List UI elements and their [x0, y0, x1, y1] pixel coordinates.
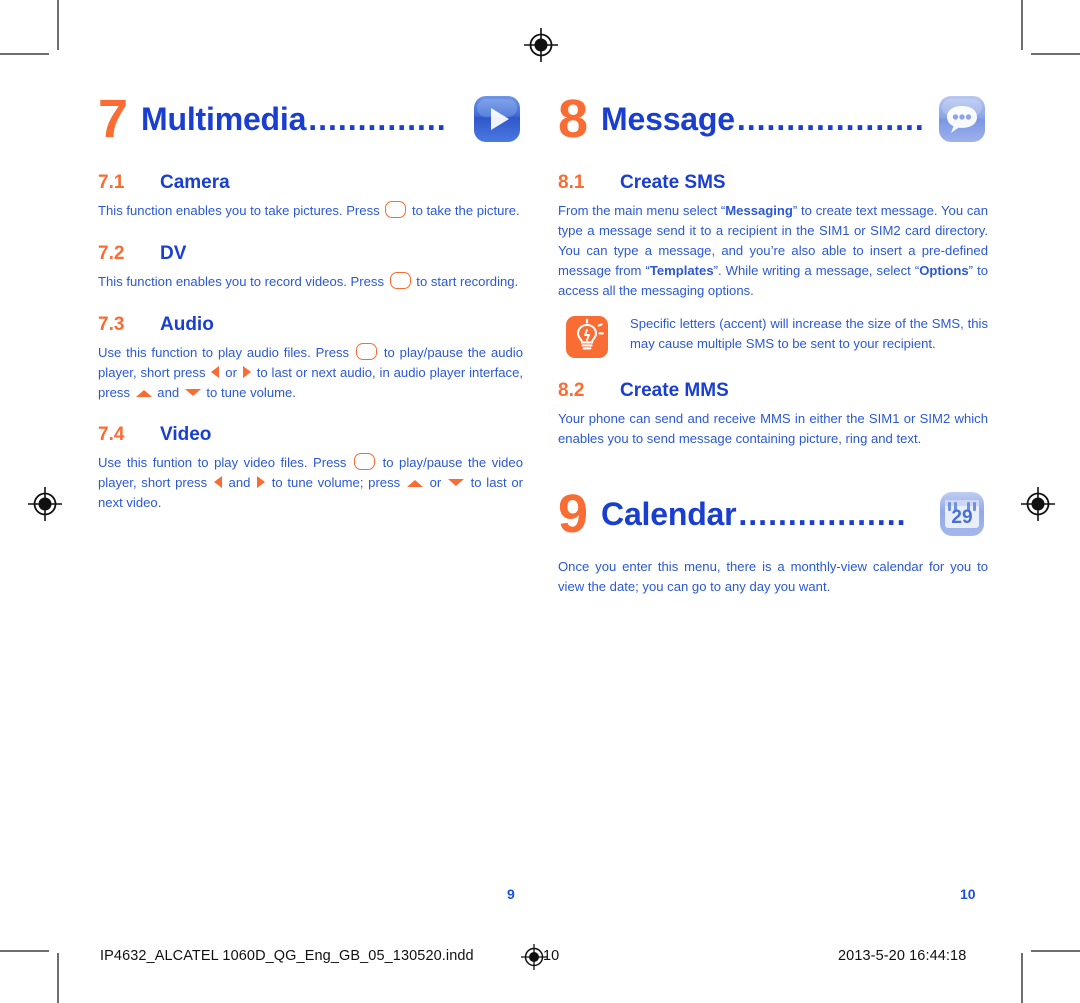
chapter-number: 9 — [558, 484, 588, 545]
section-number: 7.3 — [98, 313, 125, 335]
chapter-header-multimedia: 7 Multimedia .............. — [98, 88, 523, 150]
arrow-down-icon — [447, 479, 464, 487]
section-number: 7.1 — [98, 172, 125, 193]
paragraph-calendar: Once you enter this menu, there is a mon… — [558, 559, 988, 595]
text-run: and — [153, 384, 183, 400]
registration-target-icon-left — [28, 487, 62, 521]
svg-text:29: 29 — [951, 507, 972, 528]
text-run: to take the picture. — [408, 203, 520, 218]
registration-target-icon-right — [1021, 487, 1055, 521]
chapter-title: Calendar — [601, 495, 737, 532]
ok-key-icon — [354, 453, 376, 471]
text-run: to tune volume. — [202, 384, 296, 400]
page-number-left: 9 — [507, 886, 515, 902]
section-number: 7.2 — [98, 242, 125, 264]
footer-page-pair: 10 — [543, 948, 560, 964]
text-run: This function enables you to take pictur… — [98, 203, 384, 218]
section-title: Video — [160, 424, 212, 446]
section-number: 8.2 — [558, 380, 585, 402]
section-title: DV — [160, 242, 187, 264]
calendar-29-icon: 29 — [936, 488, 988, 540]
section-number: 7.4 — [98, 424, 125, 446]
crop-mark-bottom-left-vertical — [57, 953, 59, 1003]
crop-mark-top-right-vertical — [1021, 0, 1023, 50]
crop-mark-top-right-horizontal — [1031, 53, 1080, 55]
crop-mark-top-left-horizontal — [0, 53, 49, 55]
arrow-up-icon — [406, 480, 423, 488]
crop-mark-bottom-right-vertical — [1021, 953, 1023, 1003]
lightbulb-tip-icon — [566, 316, 608, 359]
print-proof-page: 7 Multimedia .............. 7.1 Camera T… — [0, 0, 1080, 1003]
text-run: and — [223, 475, 256, 491]
paragraph-video: Use this funtion to play video files. Pr… — [98, 453, 523, 513]
message-bubble-icon — [936, 93, 988, 145]
arrow-right-icon — [257, 476, 266, 489]
paragraph-create-mms: Your phone can send and receive MMS in e… — [558, 411, 988, 447]
paragraph-audio: Use this function to play audio files. P… — [98, 342, 523, 403]
text-run: Use this funtion to play video files. Pr… — [98, 455, 353, 471]
paragraph-create-sms: From the main menu select “Messaging” to… — [558, 203, 988, 298]
crop-mark-bottom-right-horizontal — [1031, 950, 1080, 952]
chapter-number: 8 — [558, 89, 588, 149]
arrow-up-icon — [135, 389, 152, 397]
text-run: to tune volume; press — [267, 475, 405, 491]
chapter-header-calendar: 9 Calendar ................. 29 — [558, 483, 988, 545]
section-head-dv: 7.2 DV — [98, 243, 523, 265]
text-run: Use this function to play audio files. P… — [98, 344, 354, 360]
footer-timestamp: 2013-5-20 16:44:18 — [838, 948, 967, 964]
crop-mark-bottom-left-horizontal — [0, 950, 49, 952]
crop-mark-top-left-vertical — [57, 0, 59, 50]
chapter-leader-dots: .............. — [308, 100, 447, 137]
tip-note-text: Specific letters (accent) will increase … — [630, 316, 988, 352]
footer-file-name: IP4632_ALCATEL 1060D_QG_Eng_GB_05_130520… — [100, 948, 474, 964]
text-run: to start recording. — [412, 273, 519, 289]
section-head-create-sms: 8.1 Create SMS — [558, 172, 988, 194]
arrow-down-icon — [184, 388, 201, 396]
section-title: Camera — [160, 172, 230, 193]
paragraph-dv: This function enables you to record vide… — [98, 271, 523, 292]
arrow-left-icon — [211, 365, 220, 378]
chapter-title: Multimedia — [141, 100, 307, 137]
chapter-header-message: 8 Message ................... — [558, 88, 988, 150]
chapter-number: 7 — [98, 89, 128, 149]
page-number-right: 10 — [960, 886, 976, 902]
section-title: Create SMS — [620, 172, 726, 193]
section-head-video: 7.4 Video — [98, 424, 523, 446]
registration-target-icon-top — [524, 28, 558, 62]
media-play-icon — [471, 93, 523, 145]
section-title: Create MMS — [620, 380, 729, 402]
text-run: or — [221, 364, 241, 380]
text-run: This function enables you to record vide… — [98, 273, 388, 289]
ok-key-icon — [385, 201, 407, 218]
paragraph-camera: This function enables you to take pictur… — [98, 201, 523, 221]
section-head-create-mms: 8.2 Create MMS — [558, 380, 988, 402]
chapter-leader-dots: ................... — [736, 100, 925, 137]
section-head-camera: 7.1 Camera — [98, 172, 523, 194]
arrow-right-icon — [242, 365, 251, 378]
text-run: or — [424, 475, 446, 491]
right-page-column: 8 Message ................... 8.1 Create… — [558, 88, 988, 599]
ok-key-icon — [389, 271, 411, 289]
tip-note: Specific letters (accent) will increase … — [558, 314, 988, 359]
ok-key-icon — [355, 342, 377, 360]
section-number: 8.1 — [558, 172, 585, 193]
chapter-title: Message — [601, 100, 735, 137]
chapter-leader-dots: ................. — [738, 495, 907, 532]
arrow-left-icon — [213, 476, 222, 489]
left-page-column: 7 Multimedia .............. 7.1 Camera T… — [98, 88, 523, 515]
section-title: Audio — [160, 313, 214, 335]
section-head-audio: 7.3 Audio — [98, 314, 523, 336]
